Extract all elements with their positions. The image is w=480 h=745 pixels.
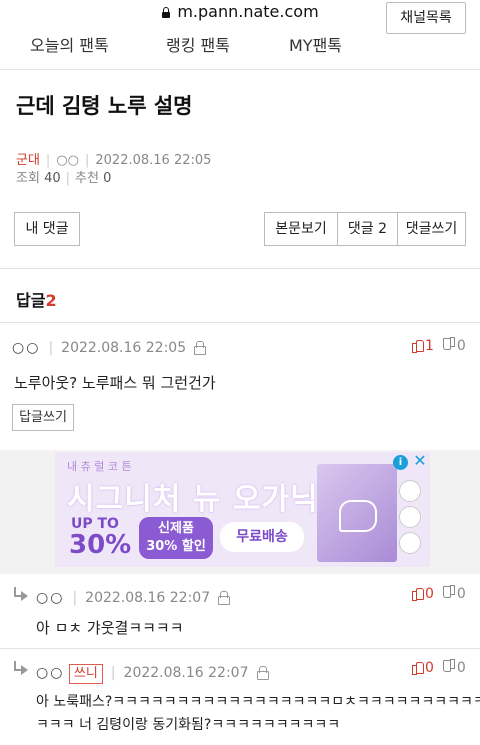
divider [0, 648, 480, 649]
comment-user: ○○ [12, 340, 41, 356]
post-date: 2022.08.16 22:05 [95, 153, 212, 168]
comment-user: ○○ [36, 590, 65, 606]
replies-header: 답글2 [16, 287, 57, 311]
upvote-count: 0 [425, 660, 434, 676]
downvote-count: 0 [456, 586, 466, 602]
thumbs-down-icon [444, 339, 455, 351]
channel-list-button[interactable]: 채널목록 [386, 2, 466, 34]
post-author: ○○ [56, 153, 79, 168]
ad-brand: 내 츄 럴 코 튼 [67, 460, 132, 473]
upvote-count: 0 [425, 586, 434, 602]
downvote-count: 0 [456, 660, 466, 676]
divider [0, 268, 480, 269]
thumbs-down-icon [444, 661, 455, 673]
downvote-button[interactable]: 0 [444, 338, 466, 354]
my-comments-button[interactable]: 내 댓글 [14, 212, 80, 246]
downvote-button[interactable]: 0 [444, 586, 466, 602]
post-stats: 조회 40 | 추천 0 [16, 171, 112, 186]
comment-text-line1: 아 노룩패스?ㅋㅋㅋㅋㅋㅋㅋㅋㅋㅋㅋㅋㅋㅋㅋㅋㅋㅁㅊㅋㅋㅋㅋㅋㅋㅋㅋㅋㅋ [36, 694, 480, 710]
feature-icon [399, 480, 421, 502]
lock-icon [256, 666, 269, 680]
comment-votes: 10 [412, 338, 466, 354]
product-image [317, 464, 397, 562]
upvote-button[interactable]: 0 [412, 660, 434, 676]
ad-free-shipping-badge: 무료배송 [220, 522, 304, 552]
views-label: 조회 [16, 171, 40, 186]
replies-label: 답글 [16, 291, 46, 310]
ad-banner[interactable]: 내 츄 럴 코 튼 시그니처 뉴 오가닉 UP TO 30% 신제품 30% 할인… [55, 452, 430, 567]
reply-arrow-icon [12, 661, 30, 675]
url-text: m.pann.nate.com [177, 2, 319, 21]
reply-arrow-icon [12, 587, 30, 601]
ad-pill-line1: 신제품 [158, 521, 194, 536]
comment-text: 노루아웃? 노루패스 뭐 그런건가 [14, 374, 216, 392]
tab-ranking-pantalk[interactable]: 랭킹 팬톡 [166, 32, 230, 56]
comment-meta: ○○ 쓰니 | 2022.08.16 22:07 [36, 664, 269, 684]
ad-info-icon[interactable]: i [393, 455, 408, 470]
views-count: 40 [44, 171, 61, 186]
thumbs-up-icon [412, 339, 424, 353]
replies-count: 2 [45, 291, 57, 310]
lock-icon [161, 7, 171, 18]
author-badge: 쓰니 [68, 664, 103, 684]
comment-user: ○○ [36, 665, 65, 681]
ad-close-icon[interactable]: ✕ [411, 452, 429, 470]
comments-label: 댓글 [347, 221, 374, 237]
upvote-button[interactable]: 0 [412, 586, 434, 602]
comment-votes: 00 [412, 586, 466, 602]
tab-today-pantalk[interactable]: 오늘의 팬톡 [30, 32, 109, 56]
post-title: 근데 김텽 노루 설명 [16, 94, 193, 118]
lock-icon [218, 591, 231, 605]
write-comment-button[interactable]: 댓글쓰기 [397, 213, 465, 245]
tab-my-pantalk[interactable]: MY팬톡 [289, 32, 342, 56]
ad-new-product-badge: 신제품 30% 할인 [139, 517, 213, 559]
upvote-count: 1 [425, 338, 434, 354]
view-post-button[interactable]: 본문보기 [265, 213, 337, 245]
comment-date: 2022.08.16 22:05 [61, 340, 187, 356]
comment-meta: ○○ | 2022.08.16 22:05 [12, 340, 207, 356]
comment-text: 아 ㅁㅊ 갸웃결ㅋㅋㅋㅋ [36, 619, 184, 637]
recommend-label: 추천 [75, 171, 99, 186]
ad-pill-line2: 30% 할인 [146, 539, 206, 554]
thumbs-up-icon [412, 661, 424, 675]
feature-icon [399, 532, 421, 554]
ad-percent: 30% [69, 530, 132, 560]
comments-count: 2 [378, 221, 388, 237]
comment-meta: ○○ | 2022.08.16 22:07 [36, 590, 231, 606]
comments-button[interactable]: 댓글 2 [337, 213, 397, 245]
comment-date: 2022.08.16 22:07 [123, 665, 249, 681]
write-reply-button[interactable]: 답글쓰기 [12, 404, 74, 431]
upvote-button[interactable]: 1 [412, 338, 434, 354]
post-category[interactable]: 군대 [16, 153, 40, 168]
post-actions: 본문보기 댓글 2 댓글쓰기 [264, 212, 466, 246]
ad-feature-icons [399, 480, 425, 562]
top-navigation: 오늘의 팬톡 랭킹 팬톡 MY팬톡 채널목록 [0, 2, 480, 70]
feature-icon [399, 506, 421, 528]
lock-icon [194, 341, 207, 355]
divider [0, 322, 480, 323]
post-meta: 군대 | ○○ | 2022.08.16 22:05 [16, 153, 212, 168]
comment-votes: 00 [412, 660, 466, 676]
downvote-count: 0 [456, 338, 466, 354]
thumbs-down-icon [444, 587, 455, 599]
thumbs-up-icon [412, 587, 424, 601]
comment-date: 2022.08.16 22:07 [85, 590, 211, 606]
downvote-button[interactable]: 0 [444, 660, 466, 676]
comment-text-line2: ㅋㅋㅋ 너 김텽이랑 동기화됨?ㅋㅋㅋㅋㅋㅋㅋㅋㅋㅋ [36, 717, 341, 733]
ad-headline: 시그니처 뉴 오가닉 [67, 482, 319, 517]
recommend-count: 0 [103, 171, 112, 186]
